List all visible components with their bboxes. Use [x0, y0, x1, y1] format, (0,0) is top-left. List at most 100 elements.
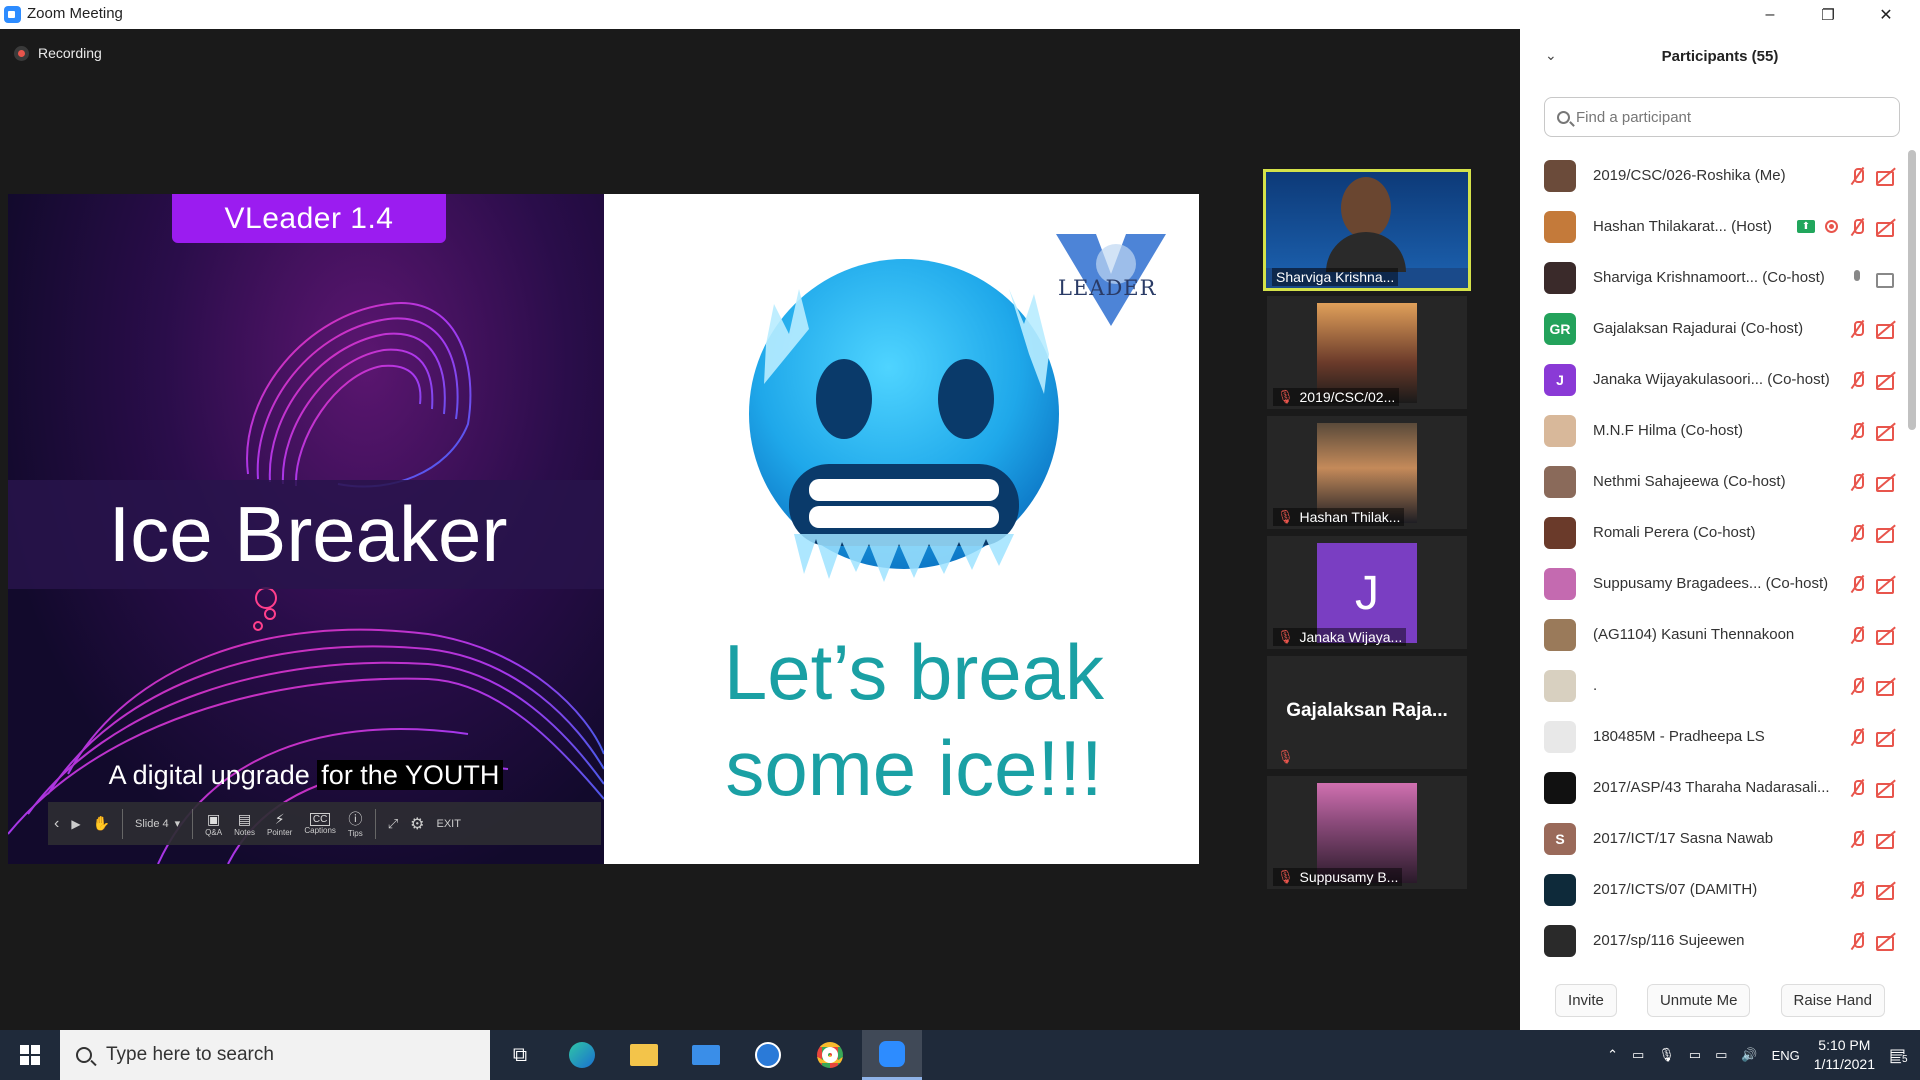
mic-muted-icon: [1848, 422, 1866, 440]
tips-button[interactable]: ⓘ Tips: [342, 802, 369, 845]
slide-selector[interactable]: Slide 4 ▾: [129, 802, 186, 845]
participant-row[interactable]: 2017/ASP/43 Tharaha Nadarasali...: [1520, 762, 1910, 813]
search-icon: [76, 1047, 92, 1063]
exit-button[interactable]: EXIT: [431, 802, 467, 845]
participant-row[interactable]: Hashan Thilakarat... (Host) ⬆: [1520, 201, 1910, 252]
participant-row[interactable]: 180485M - Pradheepa LS: [1520, 711, 1910, 762]
close-button[interactable]: ✕: [1857, 0, 1915, 29]
unmute-me-button[interactable]: Unmute Me: [1646, 984, 1751, 1017]
video-tile-active-speaker[interactable]: Sharviga Krishna...: [1263, 169, 1471, 291]
presentation-toolbar: ‹ ▶ ✋ Slide 4 ▾ ▣ Q&A ▤ Notes ⚡ Pointer …: [48, 802, 601, 845]
captions-button[interactable]: CC Captions: [298, 802, 342, 845]
video-off-icon: [1876, 423, 1896, 441]
participant-row[interactable]: Romali Perera (Co-host): [1520, 507, 1910, 558]
participant-avatar: [1544, 669, 1576, 702]
video-tile[interactable]: 🎙 Hashan Thilak...: [1267, 416, 1467, 529]
invite-button[interactable]: Invite: [1555, 984, 1617, 1017]
participant-row[interactable]: 2017/ICTS/07 (DAMITH): [1520, 864, 1910, 915]
speaker-face: [1341, 177, 1391, 239]
edge-browser-icon[interactable]: [552, 1030, 612, 1080]
speaker-video: [1266, 172, 1468, 272]
qa-button[interactable]: ▣ Q&A: [199, 802, 228, 845]
start-button[interactable]: [0, 1030, 60, 1080]
participant-row[interactable]: GR Gajalaksan Rajadurai (Co-host): [1520, 303, 1910, 354]
participant-status-icons: [1848, 728, 1896, 747]
notification-icon[interactable]: ▤ 5: [1889, 1045, 1910, 1066]
toolbar-divider: [192, 808, 194, 839]
volume-icon[interactable]: 🔊: [1741, 1047, 1757, 1063]
video-off-icon: [1876, 933, 1896, 951]
language-indicator[interactable]: ENG: [1772, 1048, 1800, 1063]
participant-row[interactable]: Sharviga Krishnamoort... (Co-host): [1520, 252, 1910, 303]
participant-list-scrollbar[interactable]: [1908, 150, 1916, 430]
battery-icon[interactable]: ▭: [1689, 1047, 1701, 1063]
captions-label: Captions: [304, 825, 336, 835]
restore-button[interactable]: ❐: [1799, 0, 1857, 29]
mic-muted-icon: 🎙: [1277, 749, 1294, 764]
windows-taskbar: Type here to search ⧉ ⌃ ▭ 🎙 ▭ ▭ 🔊 ENG 5:…: [0, 1030, 1920, 1080]
microphone-icon[interactable]: 🎙: [1658, 1047, 1675, 1063]
minimize-button[interactable]: –: [1741, 0, 1799, 29]
task-view-icon[interactable]: ⧉: [490, 1030, 550, 1080]
hand-icon[interactable]: ✋: [87, 802, 116, 845]
participant-row[interactable]: (AG1104) Kasuni Thennakoon: [1520, 609, 1910, 660]
notes-button[interactable]: ▤ Notes: [228, 802, 261, 845]
participants-footer: Invite Unmute Me Raise Hand: [1520, 984, 1920, 1017]
participant-name: (AG1104) Kasuni Thennakoon: [1593, 626, 1795, 643]
clock[interactable]: 5:10 PM 1/11/2021: [1814, 1036, 1875, 1074]
participant-row[interactable]: 2017/sp/116 Sujeewen: [1520, 915, 1910, 966]
qa-label: Q&A: [205, 827, 223, 837]
video-off-icon: [1876, 219, 1896, 237]
raise-hand-button[interactable]: Raise Hand: [1780, 984, 1885, 1017]
video-off-icon: [1876, 168, 1896, 186]
video-tile[interactable]: Gajalaksan Raja... 🎙: [1267, 656, 1467, 769]
video-tile[interactable]: J 🎙 Janaka Wijaya...: [1267, 536, 1467, 649]
pointer-button[interactable]: ⚡ Pointer: [261, 802, 298, 845]
mail-icon[interactable]: [676, 1030, 736, 1080]
taskbar-search-input[interactable]: Type here to search: [60, 1030, 490, 1080]
chevron-up-icon[interactable]: ⌃: [1607, 1047, 1618, 1063]
participant-row[interactable]: 2019/CSC/026-Roshika (Me): [1520, 150, 1910, 201]
system-tray: ⌃ ▭ 🎙 ▭ ▭ 🔊 ENG 5:10 PM 1/11/2021 ▤ 5: [1607, 1030, 1920, 1080]
participant-row[interactable]: M.N.F Hilma (Co-host): [1520, 405, 1910, 456]
mic-muted-icon: 🎙: [1277, 629, 1294, 644]
display-icon[interactable]: ▭: [1715, 1047, 1727, 1063]
callout-line-1: Let’s break: [723, 628, 1105, 716]
chrome-icon[interactable]: [800, 1030, 860, 1080]
prev-slide-button[interactable]: ‹: [48, 802, 65, 845]
pointer-app-icon[interactable]: [738, 1030, 798, 1080]
participant-avatar: [1544, 873, 1576, 906]
participant-name: 2017/sp/116 Sujeewen: [1593, 932, 1745, 949]
tile-name: Sharviga Krishna...: [1272, 268, 1399, 286]
participant-row[interactable]: S 2017/ICT/17 Sasna Nawab: [1520, 813, 1910, 864]
settings-gear-icon[interactable]: ⚙: [404, 802, 430, 845]
file-explorer-icon[interactable]: [614, 1030, 674, 1080]
participant-row[interactable]: J Janaka Wijayakulasoori... (Co-host): [1520, 354, 1910, 405]
participant-row[interactable]: .: [1520, 660, 1910, 711]
participant-row[interactable]: Nethmi Sahajeewa (Co-host): [1520, 456, 1910, 507]
video-tile[interactable]: 🎙 2019/CSC/02...: [1267, 296, 1467, 409]
mic-muted-icon: [1848, 167, 1866, 185]
find-participant-input[interactable]: Find a participant: [1544, 97, 1900, 137]
play-button[interactable]: ▶: [65, 802, 86, 845]
slide-headline: Ice Breaker: [8, 480, 604, 589]
participant-status-icons: [1848, 320, 1896, 339]
fit-screen-icon[interactable]: ⤢: [382, 802, 404, 845]
mic-on-icon: [1848, 269, 1866, 287]
notification-count: 5: [1899, 1053, 1910, 1065]
participant-name: 2017/ICT/17 Sasna Nawab: [1593, 830, 1774, 847]
tile-name-large: Gajalaksan Raja...: [1286, 700, 1448, 721]
participant-row[interactable]: Suppusamy Bragadees... (Co-host): [1520, 558, 1910, 609]
zoom-taskbar-icon[interactable]: [862, 1030, 922, 1080]
participant-avatar: J: [1544, 363, 1576, 396]
participant-avatar: [1544, 771, 1576, 804]
video-tile[interactable]: 🎙 Suppusamy B...: [1267, 776, 1467, 889]
network-icon[interactable]: ▭: [1632, 1047, 1644, 1063]
mic-muted-icon: [1848, 626, 1866, 644]
participant-list: 2019/CSC/026-Roshika (Me) Hashan Thilakar…: [1520, 150, 1910, 966]
mic-muted-icon: [1848, 320, 1866, 338]
tile-name-text: Janaka Wijaya...: [1299, 629, 1403, 645]
clock-date: 1/11/2021: [1813, 1056, 1875, 1072]
recording-indicator[interactable]: Recording: [14, 45, 102, 61]
speaker-body: [1326, 232, 1406, 272]
